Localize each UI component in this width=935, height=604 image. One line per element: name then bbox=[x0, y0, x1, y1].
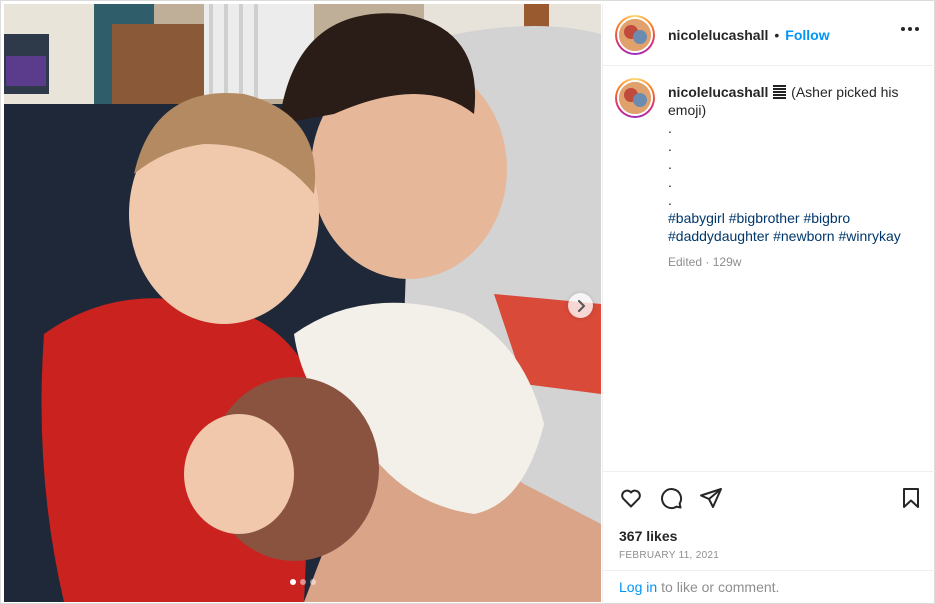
caption-dot-line: . bbox=[668, 192, 672, 208]
hashtag-link[interactable]: #babygirl bbox=[668, 210, 725, 226]
paper-plane-icon[interactable] bbox=[699, 486, 723, 510]
caption-dot-line: . bbox=[668, 138, 672, 154]
comment-prompt: Log in to like or comment. bbox=[603, 570, 935, 602]
avatar-image bbox=[617, 80, 653, 116]
carousel-indicator bbox=[4, 579, 601, 585]
action-icons bbox=[603, 472, 935, 528]
actions-section: 367 likes FEBRUARY 11, 2021 bbox=[603, 471, 935, 561]
login-link[interactable]: Log in bbox=[619, 579, 657, 595]
avatar[interactable] bbox=[615, 14, 655, 55]
caption-dot-line: . bbox=[668, 120, 672, 136]
bar-chart-emoji-icon bbox=[773, 85, 787, 99]
comment-prompt-text: to like or comment. bbox=[661, 578, 780, 595]
post-date: FEBRUARY 11, 2021 bbox=[619, 550, 720, 561]
likes-count[interactable]: 367 likes bbox=[619, 528, 677, 544]
post-side-panel: nicolelucashall • Follow nicolelucashall bbox=[602, 4, 935, 602]
post-age[interactable]: 129w bbox=[713, 255, 742, 269]
more-options-icon[interactable] bbox=[901, 27, 919, 31]
post-container: nicolelucashall • Follow nicolelucashall bbox=[0, 0, 935, 604]
caption-dot-line: . bbox=[668, 174, 672, 190]
username-link[interactable]: nicolelucashall bbox=[668, 27, 768, 43]
heart-icon[interactable] bbox=[619, 486, 643, 510]
hashtag-link[interactable]: #bigbro bbox=[803, 210, 850, 226]
carousel-dot bbox=[309, 579, 316, 585]
meta-separator: · bbox=[705, 255, 710, 269]
caption-meta: Edited · 129w bbox=[668, 253, 913, 271]
caption-dot-line: . bbox=[668, 156, 672, 172]
comment-icon[interactable] bbox=[659, 486, 683, 510]
hashtag-link[interactable]: #newborn bbox=[773, 228, 835, 244]
caption-username[interactable]: nicolelucashall bbox=[668, 84, 768, 100]
caption: nicolelucashall (Asher picked his emoji)… bbox=[603, 66, 935, 271]
next-slide-button[interactable] bbox=[568, 293, 593, 318]
avatar-image bbox=[617, 16, 653, 53]
hashtag-link[interactable]: #winrykay bbox=[838, 228, 900, 244]
separator-dot: • bbox=[774, 26, 780, 43]
carousel-dot bbox=[299, 579, 306, 585]
bookmark-icon[interactable] bbox=[899, 486, 923, 510]
chevron-right-icon bbox=[577, 299, 585, 312]
caption-avatar[interactable] bbox=[615, 78, 655, 118]
hashtag-link[interactable]: #daddydaughter bbox=[668, 228, 769, 244]
hashtag-list: #babygirl #bigbrother #bigbro #daddydaug… bbox=[668, 209, 913, 245]
photo-illustration bbox=[4, 4, 601, 602]
hashtag-link[interactable]: #bigbrother bbox=[729, 210, 800, 226]
post-header: nicolelucashall • Follow bbox=[603, 4, 935, 66]
caption-body: nicolelucashall (Asher picked his emoji)… bbox=[668, 83, 913, 271]
edited-label: Edited bbox=[668, 255, 703, 269]
carousel-dot bbox=[289, 579, 296, 585]
follow-button[interactable]: Follow bbox=[785, 27, 829, 43]
post-photo[interactable] bbox=[4, 4, 601, 602]
